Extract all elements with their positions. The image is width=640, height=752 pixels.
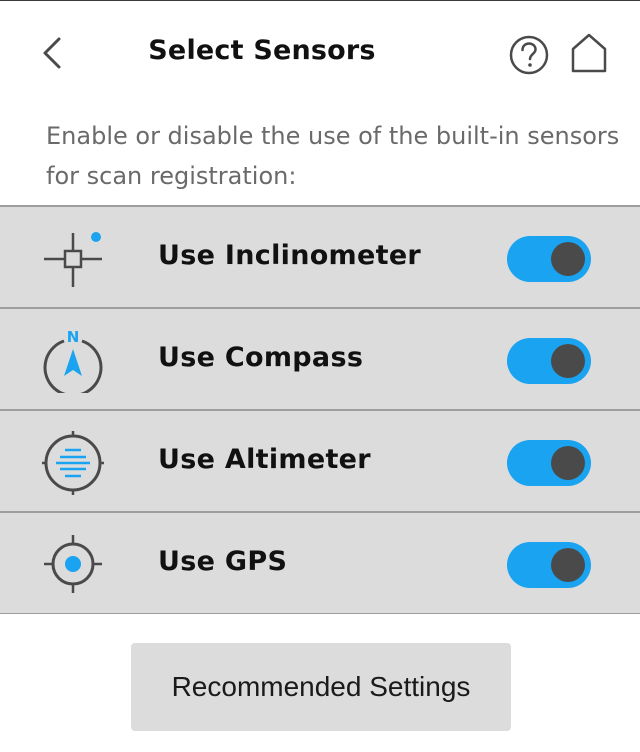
inclinometer-toggle[interactable] — [507, 236, 591, 282]
toggle-knob — [551, 446, 585, 480]
compass-icon: N — [40, 327, 106, 393]
altimeter-icon — [40, 429, 106, 495]
sensor-row-compass: N Use Compass — [0, 307, 640, 409]
toggle-knob — [551, 242, 585, 276]
toggle-knob — [551, 548, 585, 582]
help-circle-icon — [509, 35, 549, 75]
gps-toggle[interactable] — [507, 542, 591, 588]
home-icon — [571, 33, 607, 73]
help-button[interactable] — [507, 33, 551, 77]
sensor-label: Use Compass — [158, 342, 364, 373]
compass-toggle[interactable] — [507, 338, 591, 384]
recommended-settings-button[interactable]: Recommended Settings — [131, 643, 511, 731]
sensor-row-altimeter: Use Altimeter — [0, 409, 640, 511]
home-button[interactable] — [567, 31, 611, 75]
header: Select Sensors — [0, 1, 640, 105]
sensor-list: Use Inclinometer N Use Compass Use Altim… — [0, 205, 640, 614]
altimeter-toggle[interactable] — [507, 440, 591, 486]
description-text: Enable or disable the use of the built-i… — [46, 122, 620, 190]
toggle-knob — [551, 344, 585, 378]
inclinometer-icon — [40, 225, 106, 291]
sensor-label: Use Altimeter — [158, 444, 371, 475]
compass-north-letter: N — [67, 328, 80, 346]
sensor-label: Use GPS — [158, 546, 288, 577]
sensor-label: Use Inclinometer — [158, 240, 422, 271]
page-title: Select Sensors — [148, 35, 376, 66]
gps-icon — [40, 531, 106, 597]
sensor-row-inclinometer: Use Inclinometer — [0, 205, 640, 307]
sensor-row-gps: Use GPS — [0, 511, 640, 614]
